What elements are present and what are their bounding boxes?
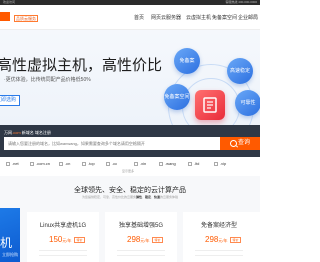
suffix-option[interactable]: .net (6, 160, 19, 167)
hero-banner[interactable]: 高性虚拟主机，高性价比 ·更优体验，比传统同配产品价格低50% 立即选购 免备案… (0, 30, 260, 125)
suffix-label: .vip (220, 161, 227, 166)
products-section: 全球领先、安全、稳定的云计算产品 为您提供稳定、可靠、高性价比的云服务弹性、稳定… (0, 176, 260, 262)
price-value: 298 (205, 235, 219, 244)
product-card[interactable]: 免备案经济型 298元/年 特价 (183, 212, 260, 262)
price-unit: 元/年 (218, 238, 228, 243)
logo[interactable] (0, 12, 10, 21)
price-unit: 元/年 (62, 238, 72, 243)
divider (39, 255, 87, 256)
bubble-speed: 高速稳定 (227, 58, 253, 84)
price-tag: 特价 (74, 236, 85, 243)
price-value: 150 (49, 235, 63, 244)
suffix-label: .top (88, 161, 95, 166)
banner-cta-button[interactable]: 立即选购 (0, 95, 20, 106)
checkbox[interactable] (134, 161, 138, 166)
domain-search: 万网.com 新域名 域名注册 查询 (0, 125, 260, 157)
checkbox[interactable] (159, 161, 163, 166)
section-subtitle: 为您提供稳定、可靠、高性价比的云服务弹性、稳定、快速的云服务体验 (0, 195, 260, 199)
search-button-label: 查询 (238, 140, 251, 146)
price-value: 298 (127, 235, 141, 244)
checkbox[interactable] (214, 161, 218, 166)
banner-title: 高性虚拟主机，高性价比 (0, 57, 163, 74)
search-button[interactable]: 查询 (220, 137, 260, 150)
suffix-label: .wang (165, 161, 176, 166)
suffix-label: .com.cn (36, 161, 51, 166)
price-tag: 特价 (230, 236, 241, 243)
server-glyph-icon (203, 97, 217, 113)
checkbox[interactable] (82, 161, 86, 166)
divider (39, 250, 87, 251)
nav-item-virtual-host[interactable]: 云虚拟主机 (186, 14, 211, 21)
suffix-option[interactable]: .cn (59, 160, 70, 167)
product-card[interactable]: Linux共享虚机1G 150元/年 特价 (27, 212, 99, 262)
suffix-option[interactable]: .cc (106, 160, 117, 167)
server-icon (195, 90, 225, 120)
nav-item-home[interactable]: 首页 (134, 14, 144, 21)
bubble-no-filing: 免备案 (174, 48, 200, 74)
product-price: 150元/年 特价 (49, 235, 85, 244)
domain-search-input[interactable] (4, 137, 220, 150)
checkbox[interactable] (59, 161, 63, 166)
suffix-option[interactable]: .top (82, 160, 95, 167)
suffix-label: .ltd (194, 161, 200, 166)
bubble-reliable: 可靠性 (235, 90, 260, 116)
divider (117, 250, 165, 251)
price-unit: 元/年 (140, 238, 150, 243)
product-name: Linux共享虚机1G (39, 223, 87, 229)
checkbox[interactable] (106, 161, 110, 166)
nav-item-mail[interactable]: 企业邮局 (238, 14, 258, 21)
checkbox[interactable] (30, 161, 34, 166)
product-price: 298元/年 特价 (127, 235, 163, 244)
nav-item-no-filing[interactable]: 免备案空间 (212, 14, 237, 21)
suffix-label: .net (12, 161, 19, 166)
promo-big-text: 机 (0, 236, 13, 250)
search-label: 万网.com 新域名 域名注册 (4, 130, 51, 136)
bubble-no-filing-space: 免备案空间 (164, 84, 190, 110)
subtitle-text: 的云服务体验 (160, 195, 179, 199)
show-more-link[interactable]: 显示更多 (122, 169, 134, 173)
suffix-option[interactable]: .ltd (188, 160, 199, 167)
left-promo-card[interactable]: 机 立即抢购 (0, 208, 20, 262)
suffix-option[interactable]: .vip (214, 160, 226, 167)
product-name: 免备案经济型 (200, 223, 237, 229)
section-title: 全球领先、安全、稳定的云计算产品 (74, 187, 186, 194)
suffix-label: .cn (65, 161, 71, 166)
product-price: 298元/年 特价 (205, 235, 241, 244)
checkbox[interactable] (6, 161, 10, 166)
suffix-label: .xin (140, 161, 147, 166)
search-label-prefix: 万网 (4, 130, 12, 135)
search-icon (230, 140, 237, 147)
nav-item-cloud-server[interactable]: 网页云服务器 (151, 14, 181, 21)
logo-slogan: 品质云服务 (14, 15, 38, 22)
divider (117, 255, 165, 256)
search-label-highlight: .com (12, 130, 21, 135)
price-tag: 特价 (152, 236, 163, 243)
promo-small-text: 立即抢购 (2, 252, 18, 257)
product-name: 独享基础增强5G (118, 223, 163, 229)
main-nav: 品质云服务 首页 网页云服务器 云虚拟主机 免备案空间 企业邮局 (0, 5, 260, 30)
suffix-option[interactable]: .xin (134, 160, 146, 167)
suffix-option[interactable]: .com.cn (30, 160, 50, 167)
suffix-label: .cc (112, 161, 118, 166)
checkbox[interactable] (188, 161, 192, 166)
suffix-option[interactable]: .wang (159, 160, 176, 167)
divider (195, 250, 243, 251)
divider (195, 255, 243, 256)
banner-subtitle: ·更优体验，比传统同配产品价格低50% (4, 77, 91, 83)
subtitle-text: 为您提供稳定、可靠、高性价比的云服务 (81, 195, 136, 199)
search-label-suffix: 新域名 域名注册 (20, 130, 51, 135)
product-card[interactable]: 独享基础增强5G 298元/年 特价 (105, 212, 177, 262)
